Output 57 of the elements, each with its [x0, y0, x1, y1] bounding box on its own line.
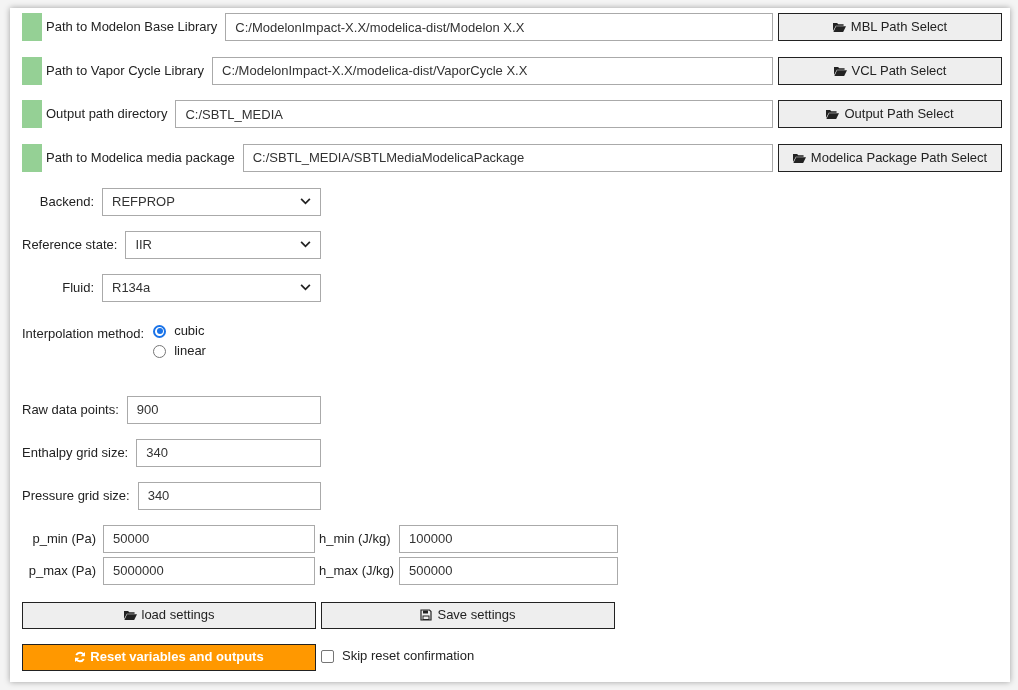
path-select-button[interactable]: Modelica Package Path Select: [778, 143, 1002, 172]
folder-icon: [833, 65, 847, 76]
path-select-button[interactable]: VCL Path Select: [778, 56, 1002, 85]
field-label: p_max (Pa): [27, 561, 97, 580]
number-field[interactable]: 900: [126, 395, 321, 424]
number-field[interactable]: 340: [137, 481, 321, 510]
checkbox[interactable]: [321, 649, 334, 663]
dropdown-value: IIR: [135, 235, 152, 254]
path-field[interactable]: C:/SBTL_MEDIA: [175, 100, 773, 128]
radio-button[interactable]: [153, 324, 167, 338]
dropdown[interactable]: REFPROP: [102, 187, 321, 216]
path-field[interactable]: C:/ModelonImpact-X.X/modelica-dist/VaporCycle X.X: [212, 56, 773, 85]
path-field[interactable]: C:/ModelonImpact-X.X/modelica-dist/Modelon X.X: [225, 13, 773, 41]
status-indicator: [22, 100, 42, 128]
load-settings-button[interactable]: load settings: [22, 601, 316, 629]
path-select-button[interactable]: Output Path Select: [778, 100, 1002, 128]
path-field[interactable]: C:/SBTL_MEDIA/SBTLMediaModelicaPackage: [242, 143, 773, 172]
dropdown[interactable]: R134a: [102, 273, 321, 302]
status-indicator: [22, 13, 42, 41]
dropdown[interactable]: IIR: [125, 230, 321, 259]
field-label: Reference state:: [22, 235, 119, 254]
field-label: Fluid:: [61, 278, 95, 297]
chevron-down-icon: [300, 241, 311, 248]
number-field[interactable]: 340: [136, 438, 321, 467]
path-select-button[interactable]: MBL Path Select: [778, 13, 1002, 41]
radio-option[interactable]: linear: [153, 343, 206, 359]
field-label: h_max (J/kg): [319, 561, 396, 580]
dropdown-value: R134a: [112, 278, 151, 297]
field-label: Backend:: [38, 192, 95, 211]
folder-icon: [832, 22, 846, 32]
chevron-down-icon: [300, 198, 311, 205]
field-label: Raw data points:: [22, 400, 119, 419]
number-field[interactable]: 5000000: [103, 556, 315, 585]
field-label: Enthalpy grid size:: [22, 443, 129, 462]
field-label: Output path directory: [46, 105, 168, 124]
status-indicator: [22, 143, 42, 172]
status-indicator: [22, 56, 42, 85]
checkbox-option[interactable]: Skip reset confirmation: [321, 646, 475, 666]
radio-option[interactable]: cubic: [153, 323, 206, 339]
refresh-icon: [74, 651, 87, 663]
number-field[interactable]: 50000: [103, 524, 315, 553]
save-icon: [420, 609, 433, 621]
number-field[interactable]: 100000: [399, 524, 618, 553]
dropdown-value: REFPROP: [112, 192, 175, 211]
field-label: Interpolation method:: [22, 324, 145, 343]
field-label: Pressure grid size:: [22, 486, 130, 505]
field-label: Path to Modelon Base Library: [46, 18, 218, 37]
field-label: Path to Modelica media package: [46, 148, 235, 167]
chevron-down-icon: [300, 284, 311, 291]
folder-icon: [792, 152, 806, 163]
field-label: p_min (Pa): [31, 529, 97, 548]
field-label: Path to Vapor Cycle Library: [46, 61, 204, 80]
folder-icon: [826, 109, 840, 119]
save-settings-button[interactable]: Save settings: [321, 601, 615, 629]
number-field[interactable]: 500000: [399, 556, 618, 585]
folder-icon: [123, 610, 137, 620]
field-label: h_min (J/kg): [319, 529, 392, 548]
